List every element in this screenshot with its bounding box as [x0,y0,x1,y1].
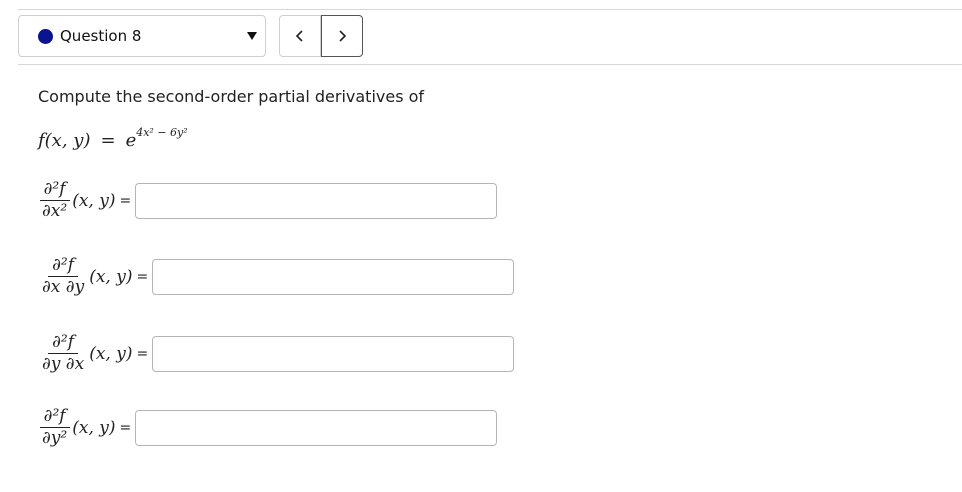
fraction-numerator: ∂²f [39,407,70,428]
derivative-args: (x, y) [72,417,116,438]
chevron-right-icon [339,30,347,42]
derivative-row-xx: ∂²f ∂x² (x, y) = [38,180,498,221]
question-status-dot [38,28,53,44]
function-base: e [125,130,137,151]
function-exponent: 4x² − 6y² [136,126,188,139]
function-lhs: f(x, y) [38,130,91,151]
answer-input-fxy[interactable] [152,258,515,295]
function-equals: = [100,130,116,151]
derivative-row-yy: ∂²f ∂y² (x, y) = [38,407,498,448]
fraction-denominator: ∂x ∂y [42,277,85,297]
derivative-args: (x, y) [89,266,133,287]
next-question-button[interactable] [321,15,363,57]
derivative-fraction: ∂²f ∂x ∂y [38,256,88,297]
derivative-row-yx: ∂²f ∂y ∂x (x, y) = [38,333,515,374]
question-select[interactable]: Question 8 [18,15,266,57]
derivative-args: (x, y) [89,343,133,364]
top-divider [18,9,962,10]
fraction-numerator: ∂²f [39,180,70,201]
previous-question-button[interactable] [279,15,321,57]
derivative-equals: = [119,419,132,436]
function-definition: f(x, y) = e4x² − 6y² [38,126,188,151]
chevron-left-icon [295,30,303,42]
fraction-denominator: ∂y ∂x [42,354,85,374]
derivative-fraction: ∂²f ∂y ∂x [38,333,88,374]
derivative-equals: = [119,192,132,209]
fraction-denominator: ∂y² [42,428,68,448]
fraction-numerator: ∂²f [48,333,79,354]
derivative-args: (x, y) [72,190,116,211]
fraction-numerator: ∂²f [48,256,79,277]
answer-input-fxx[interactable] [135,182,498,219]
derivative-equals: = [136,268,149,285]
fraction-denominator: ∂x² [42,201,68,221]
problem-prompt: Compute the second-order partial derivat… [38,87,425,106]
derivative-row-xy: ∂²f ∂x ∂y (x, y) = [38,256,515,297]
caret-down-icon [247,32,257,40]
answer-input-fyy[interactable] [135,409,498,446]
answer-input-fyx[interactable] [152,335,515,372]
derivative-fraction: ∂²f ∂x² [38,180,71,221]
derivative-equals: = [136,345,149,362]
header-divider [18,64,962,65]
question-label: Question 8 [60,27,142,45]
derivative-fraction: ∂²f ∂y² [38,407,71,448]
